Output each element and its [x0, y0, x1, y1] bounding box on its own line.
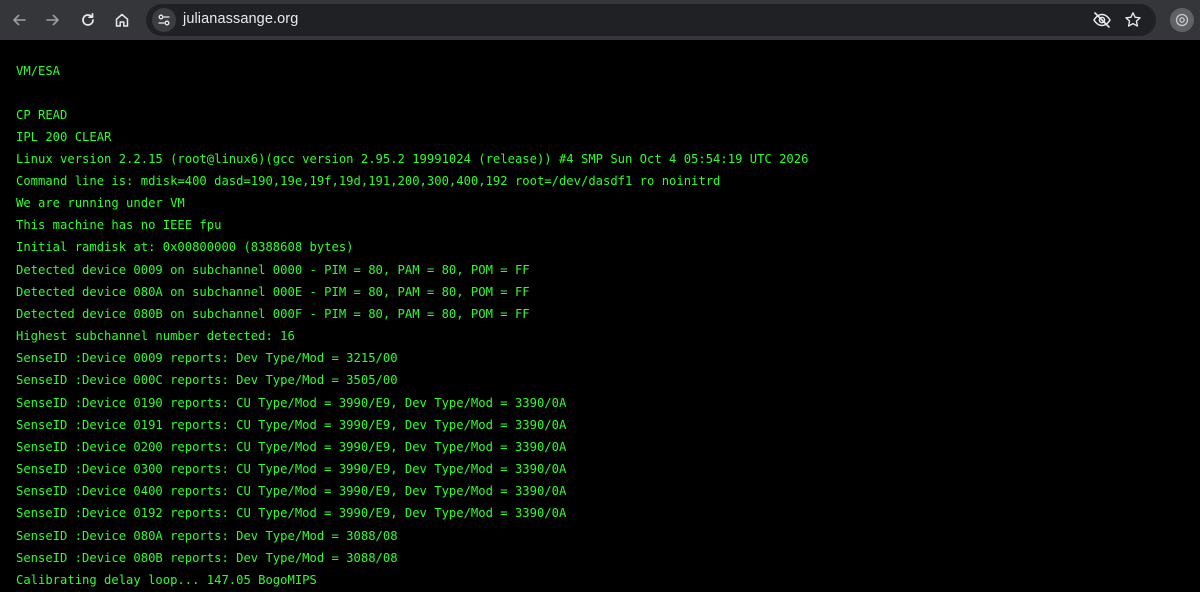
terminal-line: Initial ramdisk at: 0x00800000 (8388608 …	[16, 240, 354, 254]
terminal-line: SenseID :Device 080B reports: Dev Type/M…	[16, 551, 398, 565]
terminal-line: VM/ESA	[16, 64, 61, 78]
terminal-line: SenseID :Device 0192 reports: CU Type/Mo…	[16, 506, 567, 520]
terminal-line: Detected device 080B on subchannel 000F …	[16, 307, 530, 321]
reload-icon	[82, 12, 94, 26]
address-bar[interactable]: julianassange.org	[146, 4, 1156, 36]
arrow-left-icon	[13, 14, 26, 26]
eye-off-icon	[1093, 12, 1111, 28]
profile-icon	[1175, 13, 1189, 27]
url-text[interactable]: julianassange.org	[183, 11, 298, 27]
home-button[interactable]	[108, 6, 136, 34]
terminal-line: Highest subchannel number detected: 16	[16, 329, 295, 343]
terminal-line: This machine has no IEEE fpu	[16, 218, 222, 232]
terminal-line: CP READ	[16, 108, 68, 122]
terminal-line: Detected device 0009 on subchannel 0000 …	[16, 263, 530, 277]
site-info-button[interactable]	[152, 8, 176, 32]
star-icon	[1125, 12, 1141, 27]
terminal-line: SenseID :Device 080A reports: Dev Type/M…	[16, 529, 398, 543]
terminal-line: IPL 200 CLEAR	[16, 130, 112, 144]
bookmark-button[interactable]	[1122, 9, 1144, 31]
terminal-line: SenseID :Device 0190 reports: CU Type/Mo…	[16, 396, 567, 410]
terminal-line: Calibrating delay loop... 147.05 BogoMIP…	[16, 573, 317, 587]
browser-toolbar: julianassange.org	[0, 0, 1200, 40]
terminal-line: SenseID :Device 000C reports: Dev Type/M…	[16, 373, 398, 387]
forward-button[interactable]	[39, 6, 67, 34]
arrow-right-icon	[46, 14, 59, 26]
terminal-line: SenseID :Device 0300 reports: CU Type/Mo…	[16, 462, 567, 476]
reload-button[interactable]	[74, 6, 102, 34]
terminal-line: SenseID :Device 0191 reports: CU Type/Mo…	[16, 418, 567, 432]
tune-icon	[158, 14, 170, 26]
terminal-line: SenseID :Device 0009 reports: Dev Type/M…	[16, 351, 398, 365]
terminal-line: Detected device 080A on subchannel 000E …	[16, 285, 530, 299]
terminal-line: SenseID :Device 0400 reports: CU Type/Mo…	[16, 484, 567, 498]
terminal-line: We are running under VM	[16, 196, 185, 210]
home-icon	[115, 13, 129, 27]
profile-button[interactable]	[1170, 8, 1194, 32]
back-button[interactable]	[5, 6, 33, 34]
terminal-line: Linux version 2.2.15 (root@linux6)(gcc v…	[16, 152, 809, 166]
terminal-line: Command line is: mdisk=400 dasd=190,19e,…	[16, 174, 721, 188]
tracking-protection-button[interactable]	[1091, 9, 1113, 31]
terminal-output: VM/ESA CP READ IPL 200 CLEAR Linux versi…	[0, 42, 1200, 592]
terminal-line: SenseID :Device 0200 reports: CU Type/Mo…	[16, 440, 567, 454]
